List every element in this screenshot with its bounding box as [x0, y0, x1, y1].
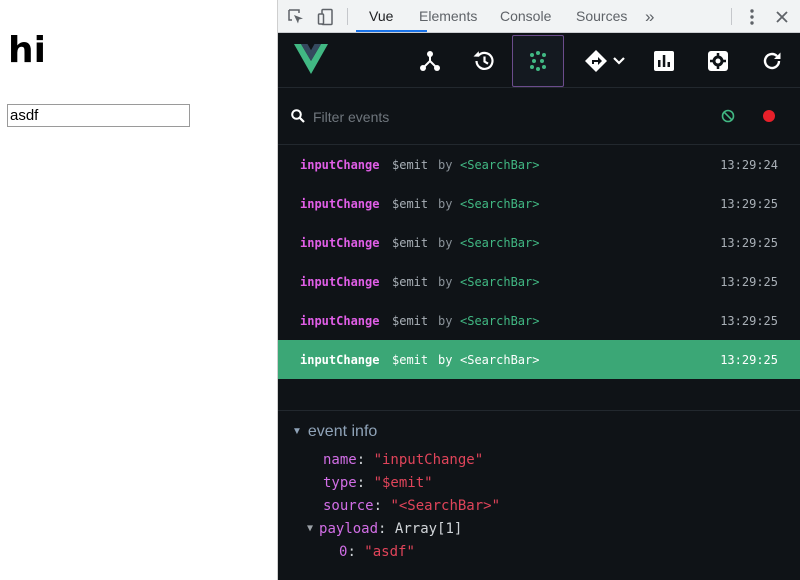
- event-type: $emit: [392, 158, 429, 172]
- event-component: <SearchBar>: [460, 353, 540, 367]
- event-type: $emit: [392, 275, 429, 289]
- prop-source: source: "<SearchBar>": [323, 498, 501, 514]
- tabbar-separator: [731, 8, 732, 25]
- prop-payload[interactable]: ▼ payload: Array[1]: [307, 521, 462, 537]
- event-component: <SearchBar>: [460, 314, 540, 328]
- event-inspector: ▼ event info name: "inputChange" type: "$…: [278, 411, 800, 580]
- event-row[interactable]: inputChange $emit by <SearchBar> 13:29:2…: [278, 223, 800, 262]
- tab-console[interactable]: Console: [500, 0, 551, 32]
- event-name: inputChange: [300, 353, 380, 367]
- settings-icon[interactable]: [692, 35, 744, 87]
- more-tabs-button[interactable]: »: [645, 0, 654, 32]
- record-icon[interactable]: [762, 109, 776, 128]
- page-text-input[interactable]: [7, 104, 190, 127]
- tab-elements[interactable]: Elements: [419, 0, 477, 32]
- timeline-icon[interactable]: [458, 35, 510, 87]
- refresh-icon[interactable]: [746, 35, 798, 87]
- events-icon[interactable]: [512, 35, 564, 87]
- events-list: inputChange $emit by <SearchBar> 13:29:2…: [278, 145, 800, 379]
- event-time: 13:29:25: [720, 236, 778, 250]
- event-row[interactable]: inputChange $emit by <SearchBar> 13:29:2…: [278, 262, 800, 301]
- event-component: <SearchBar>: [460, 197, 540, 211]
- event-time: 13:29:25: [720, 353, 778, 367]
- event-row-selected[interactable]: inputChange $emit by <SearchBar> 13:29:2…: [278, 340, 800, 379]
- event-time: 13:29:25: [720, 197, 778, 211]
- event-component: <SearchBar>: [460, 275, 540, 289]
- event-by-label: by: [438, 353, 453, 367]
- devtools-panel: Vue Elements Console Sources » Filter ev…: [278, 0, 800, 580]
- event-name: inputChange: [300, 236, 380, 250]
- section-title: event info: [307, 423, 378, 440]
- event-time: 13:29:25: [720, 275, 778, 289]
- components-icon[interactable]: [404, 35, 456, 87]
- event-name: inputChange: [300, 314, 380, 328]
- device-toolbar-icon[interactable]: [316, 7, 336, 27]
- prop-type: type: "$emit": [323, 475, 433, 491]
- event-type: $emit: [392, 314, 429, 328]
- event-by-label: by: [438, 236, 453, 250]
- vue-toolbar: [278, 33, 800, 88]
- caret-down-icon: ▼: [307, 523, 314, 534]
- page-viewport: hi: [0, 0, 277, 580]
- event-type: $emit: [392, 197, 429, 211]
- tab-sources[interactable]: Sources: [576, 0, 627, 32]
- event-info-section-toggle[interactable]: ▼ event info: [292, 423, 377, 441]
- event-name: inputChange: [300, 158, 380, 172]
- event-time: 13:29:24: [720, 158, 778, 172]
- event-component: <SearchBar>: [460, 236, 540, 250]
- filter-events-input[interactable]: [313, 107, 613, 127]
- event-row[interactable]: inputChange $emit by <SearchBar> 13:29:2…: [278, 145, 800, 184]
- search-icon: [291, 109, 305, 128]
- caret-down-icon: ▼: [292, 426, 302, 437]
- event-component: <SearchBar>: [460, 158, 540, 172]
- kebab-menu-icon[interactable]: [742, 7, 762, 27]
- prop-payload-item: 0: "asdf": [339, 544, 415, 560]
- tabbar-separator: [347, 8, 348, 25]
- event-row[interactable]: inputChange $emit by <SearchBar> 13:29:2…: [278, 301, 800, 340]
- event-name: inputChange: [300, 275, 380, 289]
- tab-vue[interactable]: Vue: [369, 0, 393, 32]
- event-by-label: by: [438, 275, 453, 289]
- vue-logo-icon: [294, 44, 328, 79]
- event-by-label: by: [438, 314, 453, 328]
- page-title: hi: [8, 30, 46, 71]
- devtools-tabbar: Vue Elements Console Sources »: [278, 0, 800, 33]
- prop-name: name: "inputChange": [323, 452, 484, 468]
- event-time: 13:29:25: [720, 314, 778, 328]
- active-tab-indicator: [356, 30, 427, 32]
- performance-icon[interactable]: [638, 35, 690, 87]
- close-icon[interactable]: [772, 7, 792, 27]
- event-name: inputChange: [300, 197, 380, 211]
- filter-bar: [278, 88, 800, 145]
- event-by-label: by: [438, 158, 453, 172]
- clear-events-icon[interactable]: [721, 109, 735, 128]
- event-row[interactable]: inputChange $emit by <SearchBar> 13:29:2…: [278, 184, 800, 223]
- event-type: $emit: [392, 353, 429, 367]
- router-icon[interactable]: [576, 35, 634, 87]
- inspect-element-icon[interactable]: [286, 7, 306, 27]
- event-type: $emit: [392, 236, 429, 250]
- event-by-label: by: [438, 197, 453, 211]
